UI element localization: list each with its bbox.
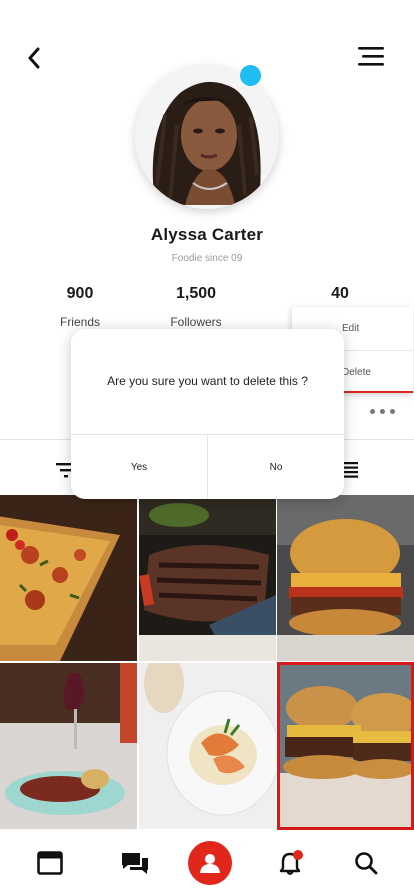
gallery-photo-pizza[interactable]: [0, 495, 137, 661]
gallery-photo-shrimp[interactable]: [139, 663, 276, 829]
tab-chat[interactable]: [105, 830, 165, 896]
tab-notifications[interactable]: [261, 830, 321, 896]
gallery-photo-octopus[interactable]: [0, 663, 137, 829]
stat-value: 900: [66, 285, 94, 302]
stat-followers[interactable]: 1,500 Followers: [141, 285, 251, 329]
stat-value: 40: [331, 285, 349, 302]
confirm-yes-button[interactable]: Yes: [71, 435, 207, 499]
stat-friends[interactable]: 900 Friends: [25, 285, 135, 329]
tab-search[interactable]: [336, 830, 396, 896]
chevron-left-icon: [28, 47, 40, 69]
gallery-photo-burger-selected[interactable]: [277, 663, 414, 829]
stat-posts[interactable]: 40: [285, 285, 395, 303]
tab-profile[interactable]: [180, 830, 240, 896]
stat-label: Friends: [59, 315, 100, 329]
menu-button[interactable]: [358, 45, 384, 69]
profile-tab-active: [188, 841, 232, 885]
more-horizontal-icon[interactable]: [370, 404, 400, 418]
dialog-actions: Yes No: [71, 434, 344, 499]
gallery-photo-burger[interactable]: [277, 495, 414, 661]
hamburger-menu-icon: [358, 47, 384, 66]
avatar-container: [135, 65, 279, 209]
feed-icon: [37, 851, 63, 875]
search-icon: [355, 852, 378, 875]
notification-icon: [279, 850, 303, 875]
dialog-message: Are you sure you want to delete this ?: [107, 374, 308, 388]
cancel-no-button[interactable]: No: [207, 435, 344, 499]
back-button[interactable]: [22, 44, 46, 72]
stat-label: Followers: [170, 315, 222, 329]
gallery-photo-steak[interactable]: [139, 495, 276, 661]
profile-icon: [200, 854, 220, 873]
stat-value: 1,500: [175, 285, 217, 302]
profile-subtitle: Foodie since 09: [171, 253, 243, 264]
profile-name: Alyssa Carter: [150, 225, 264, 244]
tab-feed[interactable]: [20, 830, 80, 896]
chat-icon: [122, 853, 148, 874]
delete-confirmation-dialog: Are you sure you want to delete this ? Y…: [71, 329, 344, 499]
photo-grid: [0, 495, 414, 830]
bottom-tab-bar: [0, 830, 414, 896]
avatar[interactable]: [135, 65, 279, 209]
online-status-dot: [240, 65, 261, 86]
